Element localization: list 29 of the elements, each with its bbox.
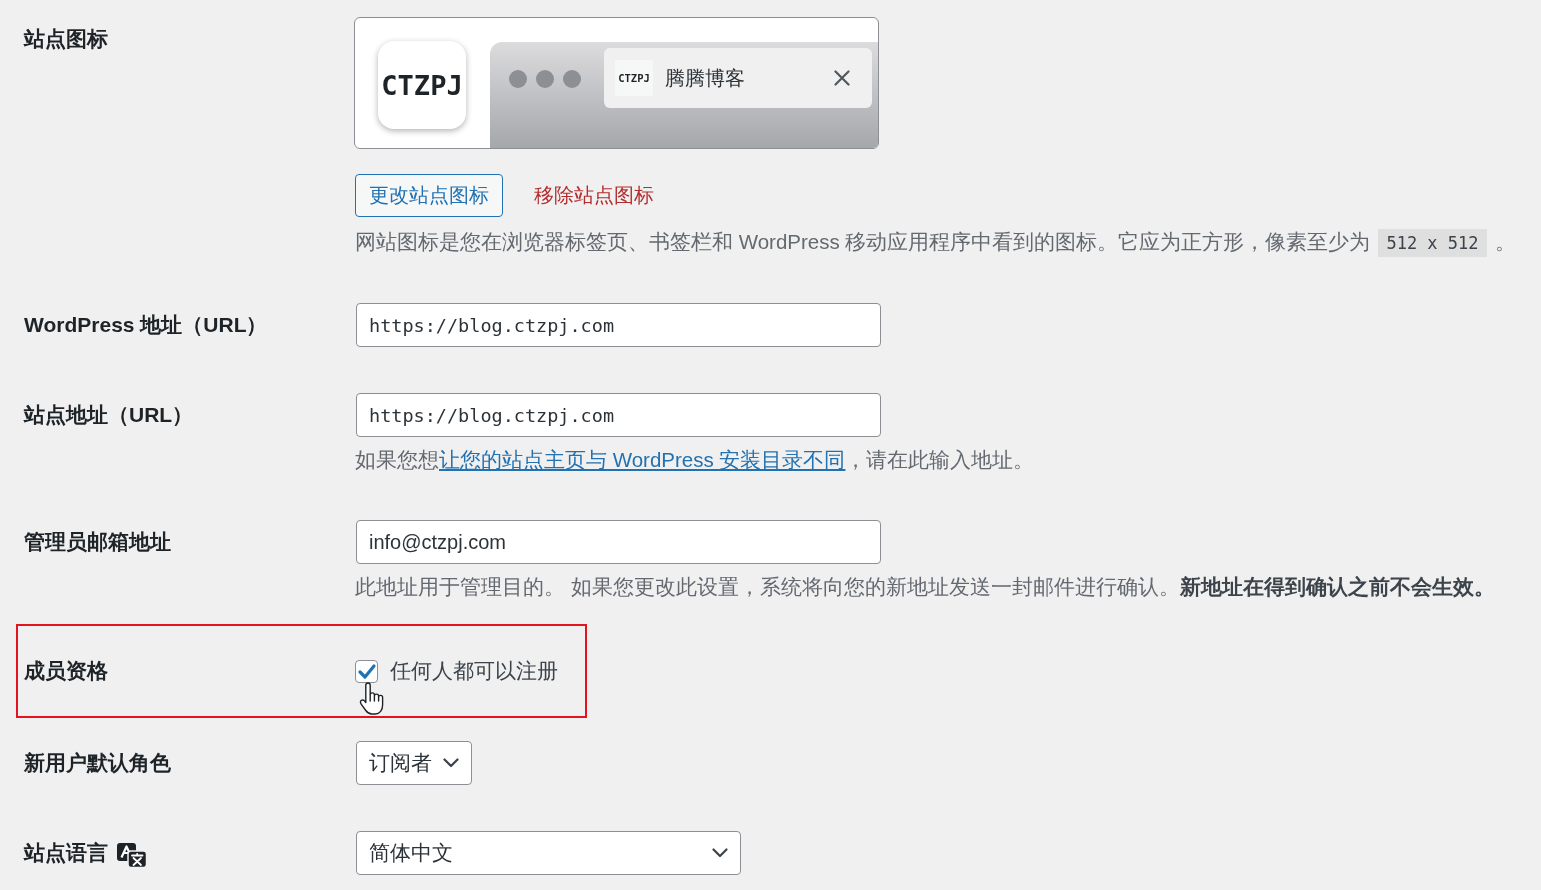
setting-label: 新用户默认角色 [24, 750, 171, 776]
url-input[interactable]: https://blog.ctzpj.com [356, 393, 881, 437]
favicon-logo: CTZPJ [615, 60, 653, 96]
tab-title: 腾腾博客 [665, 65, 746, 91]
app-icon-logo: CTZPJ [378, 41, 466, 129]
setting-label: WordPress 地址（URL） [24, 312, 268, 338]
url-input[interactable]: https://blog.ctzpj.com [356, 303, 881, 347]
change-icon-button[interactable]: 更改站点图标 [355, 174, 503, 217]
setting-label: 站点语言 [24, 840, 108, 866]
checkmark-icon [356, 661, 377, 681]
language-select[interactable]: 简体中文 [356, 831, 741, 875]
remove-icon-link[interactable]: 移除站点图标 [534, 182, 654, 209]
description-text: 网站图标是您在浏览器标签页、书签栏和 WordPress 移动应用程序中看到的图标。它应为正方形，像素至少为 512 x 512 。 [355, 228, 1516, 257]
chevron-down-icon [443, 758, 459, 768]
email-input[interactable]: info@ctzpj.com [356, 520, 881, 564]
translation-icon [117, 842, 147, 868]
checkbox[interactable] [355, 659, 378, 683]
three-dots-icon [509, 70, 581, 88]
role-select[interactable]: 订阅者 [356, 741, 472, 785]
setting-label: 站点图标 [24, 26, 108, 52]
checkbox-label: 任何人都可以注册 [390, 658, 558, 684]
description-text: 如果您想让您的站点主页与 WordPress 安装目录不同，请在此输入地址。 [355, 447, 1035, 473]
chevron-down-icon [712, 848, 728, 858]
description-text: 此地址用于管理目的。 如果您更改此设置，系统将向您的新地址发送一封邮件进行确认。新地址在得到确认之前不会生效。 [355, 574, 1495, 600]
description-link[interactable]: 让您的站点主页与 WordPress 安装目录不同 [439, 448, 846, 471]
setting-label: 管理员邮箱地址 [24, 529, 171, 555]
close-icon [834, 70, 850, 86]
setting-label: 成员资格 [24, 658, 108, 684]
setting-label: 站点地址（URL） [24, 402, 194, 428]
